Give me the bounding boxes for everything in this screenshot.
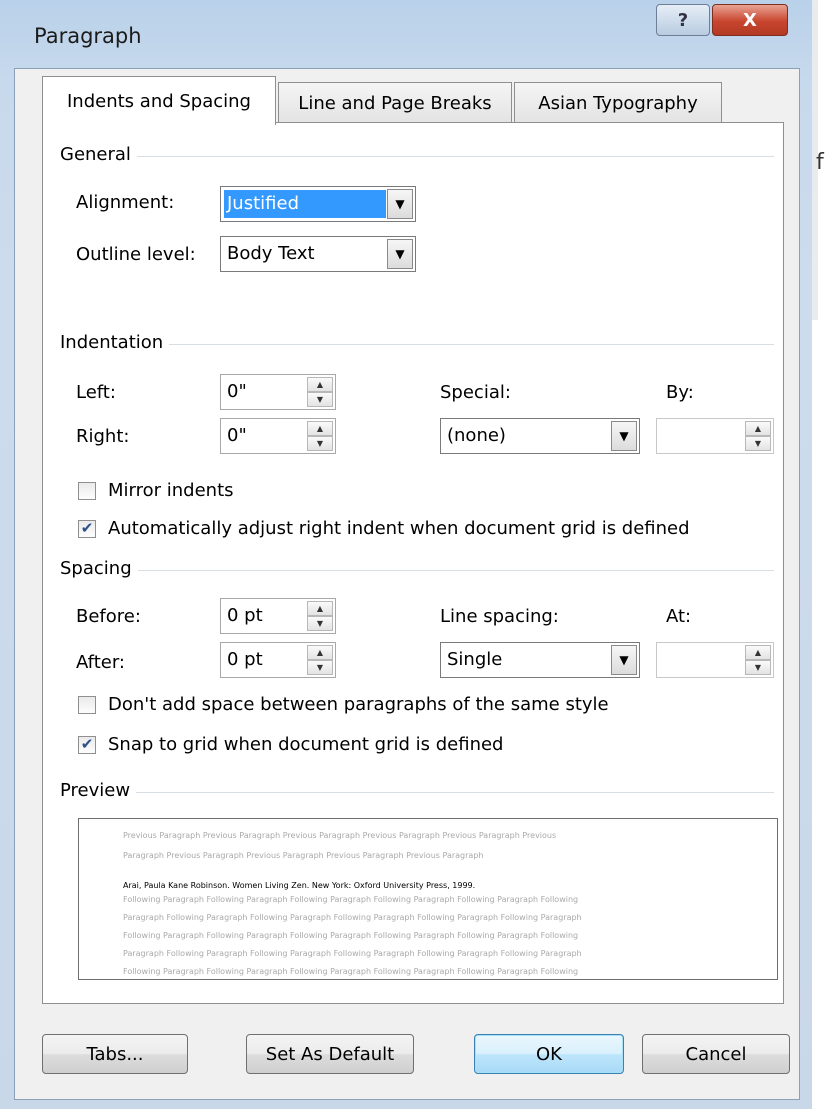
spin-down-icon[interactable]: ▼ [307,392,333,407]
after-stepper[interactable]: 0 pt ▲ ▼ [220,642,336,678]
tab-indents-and-spacing[interactable]: Indents and Spacing [42,76,276,125]
checkbox-box[interactable] [78,695,96,714]
preview-following-line: Following Paragraph Following Paragraph … [123,931,579,940]
section-label: Preview [60,780,137,801]
special-label: Special: [440,382,511,403]
preview-section-header: Preview [60,780,774,804]
help-icon: ? [677,9,689,31]
ok-button[interactable]: OK [474,1034,624,1074]
tab-line-and-page-breaks[interactable]: Line and Page Breaks [278,82,512,123]
section-divider [60,570,774,571]
section-label: Spacing [60,558,138,579]
at-stepper[interactable]: ▲ ▼ [656,642,774,678]
spin-up-icon[interactable]: ▲ [307,377,333,392]
spin-up-icon[interactable]: ▲ [307,645,333,660]
background-document: f [812,0,832,1109]
preview-box: Previous Paragraph Previous Paragraph Pr… [78,818,778,980]
background-text: f [816,150,824,175]
preview-previous-line: Previous Paragraph Previous Paragraph Pr… [123,831,557,840]
checkbox-box[interactable] [78,481,96,500]
spin-up-icon[interactable]: ▲ [745,645,771,660]
right-indent-label: Right: [76,426,130,447]
spin-up-icon[interactable]: ▲ [307,421,333,436]
button-label: Set As Default [265,1043,395,1065]
close-button[interactable]: X [712,4,788,36]
section-divider [60,156,774,157]
cancel-button[interactable]: Cancel [642,1034,790,1074]
general-section-header: General [60,144,774,168]
outline-level-value: Body Text [227,243,315,264]
close-icon: X [743,9,757,31]
alignment-select[interactable]: Justified ▼ [220,186,416,222]
auto-adjust-indent-label: Automatically adjust right indent when d… [108,518,690,539]
preview-following-line: Paragraph Following Paragraph Following … [123,913,582,922]
preview-following-line: Following Paragraph Following Paragraph … [123,895,579,904]
right-indent-value: 0" [227,425,247,446]
section-label: Indentation [60,332,170,353]
preview-previous-line: Paragraph Previous Paragraph Previous Pa… [123,851,484,860]
preview-following-line: Paragraph Following Paragraph Following … [123,949,582,958]
auto-adjust-indent-checkbox[interactable]: ✔ Automatically adjust right indent when… [78,518,690,539]
section-divider [60,792,774,793]
line-spacing-label: Line spacing: [440,606,559,627]
before-label: Before: [76,606,141,627]
by-stepper[interactable]: ▲ ▼ [656,418,774,454]
mirror-indents-checkbox[interactable]: Mirror indents [78,480,234,501]
spin-up-icon[interactable]: ▲ [307,601,333,616]
right-indent-stepper[interactable]: 0" ▲ ▼ [220,418,336,454]
spin-down-icon[interactable]: ▼ [745,660,771,675]
snap-to-grid-label: Snap to grid when document grid is defin… [108,734,504,755]
left-indent-value: 0" [227,381,247,402]
checkmark-icon[interactable]: ✔ [78,735,96,754]
outline-level-select[interactable]: Body Text ▼ [220,236,416,272]
chevron-down-icon[interactable]: ▼ [611,421,637,451]
line-spacing-value: Single [447,649,503,670]
mirror-indents-label: Mirror indents [108,480,234,501]
indentation-section-header: Indentation [60,332,774,356]
tab-asian-typography[interactable]: Asian Typography [514,82,722,123]
line-spacing-select[interactable]: Single ▼ [440,642,640,678]
button-label: Cancel [685,1043,747,1065]
tab-label: Indents and Spacing [67,90,251,112]
dont-add-space-label: Don't add space between paragraphs of th… [108,694,609,715]
left-indent-label: Left: [76,382,116,403]
button-label: OK [536,1043,562,1065]
spin-down-icon[interactable]: ▼ [307,616,333,631]
tab-label: Asian Typography [538,92,698,114]
set-as-default-button[interactable]: Set As Default [246,1034,414,1074]
tabs-button[interactable]: Tabs... [42,1034,188,1074]
section-label: General [60,144,137,165]
checkmark-icon[interactable]: ✔ [78,519,96,538]
tab-label: Line and Page Breaks [298,92,492,114]
by-label: By: [666,382,694,403]
after-label: After: [76,652,125,673]
before-value: 0 pt [227,605,263,626]
chevron-down-icon[interactable]: ▼ [611,645,637,675]
spin-down-icon[interactable]: ▼ [745,436,771,451]
spin-up-icon[interactable]: ▲ [745,421,771,436]
help-button[interactable]: ? [656,4,710,36]
spin-down-icon[interactable]: ▼ [307,436,333,451]
alignment-label: Alignment: [76,192,175,213]
spacing-section-header: Spacing [60,558,774,582]
at-label: At: [666,606,692,627]
preview-current-paragraph: Arai, Paula Kane Robinson. Women Living … [123,881,476,890]
chevron-down-icon[interactable]: ▼ [387,189,413,219]
dialog-title: Paragraph [34,24,142,48]
preview-following-line: Following Paragraph Following Paragraph … [123,967,579,976]
button-label: Tabs... [86,1043,144,1065]
special-value: (none) [447,425,506,446]
outline-level-label: Outline level: [76,244,196,265]
left-indent-stepper[interactable]: 0" ▲ ▼ [220,374,336,410]
special-select[interactable]: (none) ▼ [440,418,640,454]
chevron-down-icon[interactable]: ▼ [387,239,413,269]
snap-to-grid-checkbox[interactable]: ✔ Snap to grid when document grid is def… [78,734,503,755]
alignment-value: Justified [227,193,299,214]
before-stepper[interactable]: 0 pt ▲ ▼ [220,598,336,634]
after-value: 0 pt [227,649,263,670]
spin-down-icon[interactable]: ▼ [307,660,333,675]
dont-add-space-checkbox[interactable]: Don't add space between paragraphs of th… [78,694,609,715]
